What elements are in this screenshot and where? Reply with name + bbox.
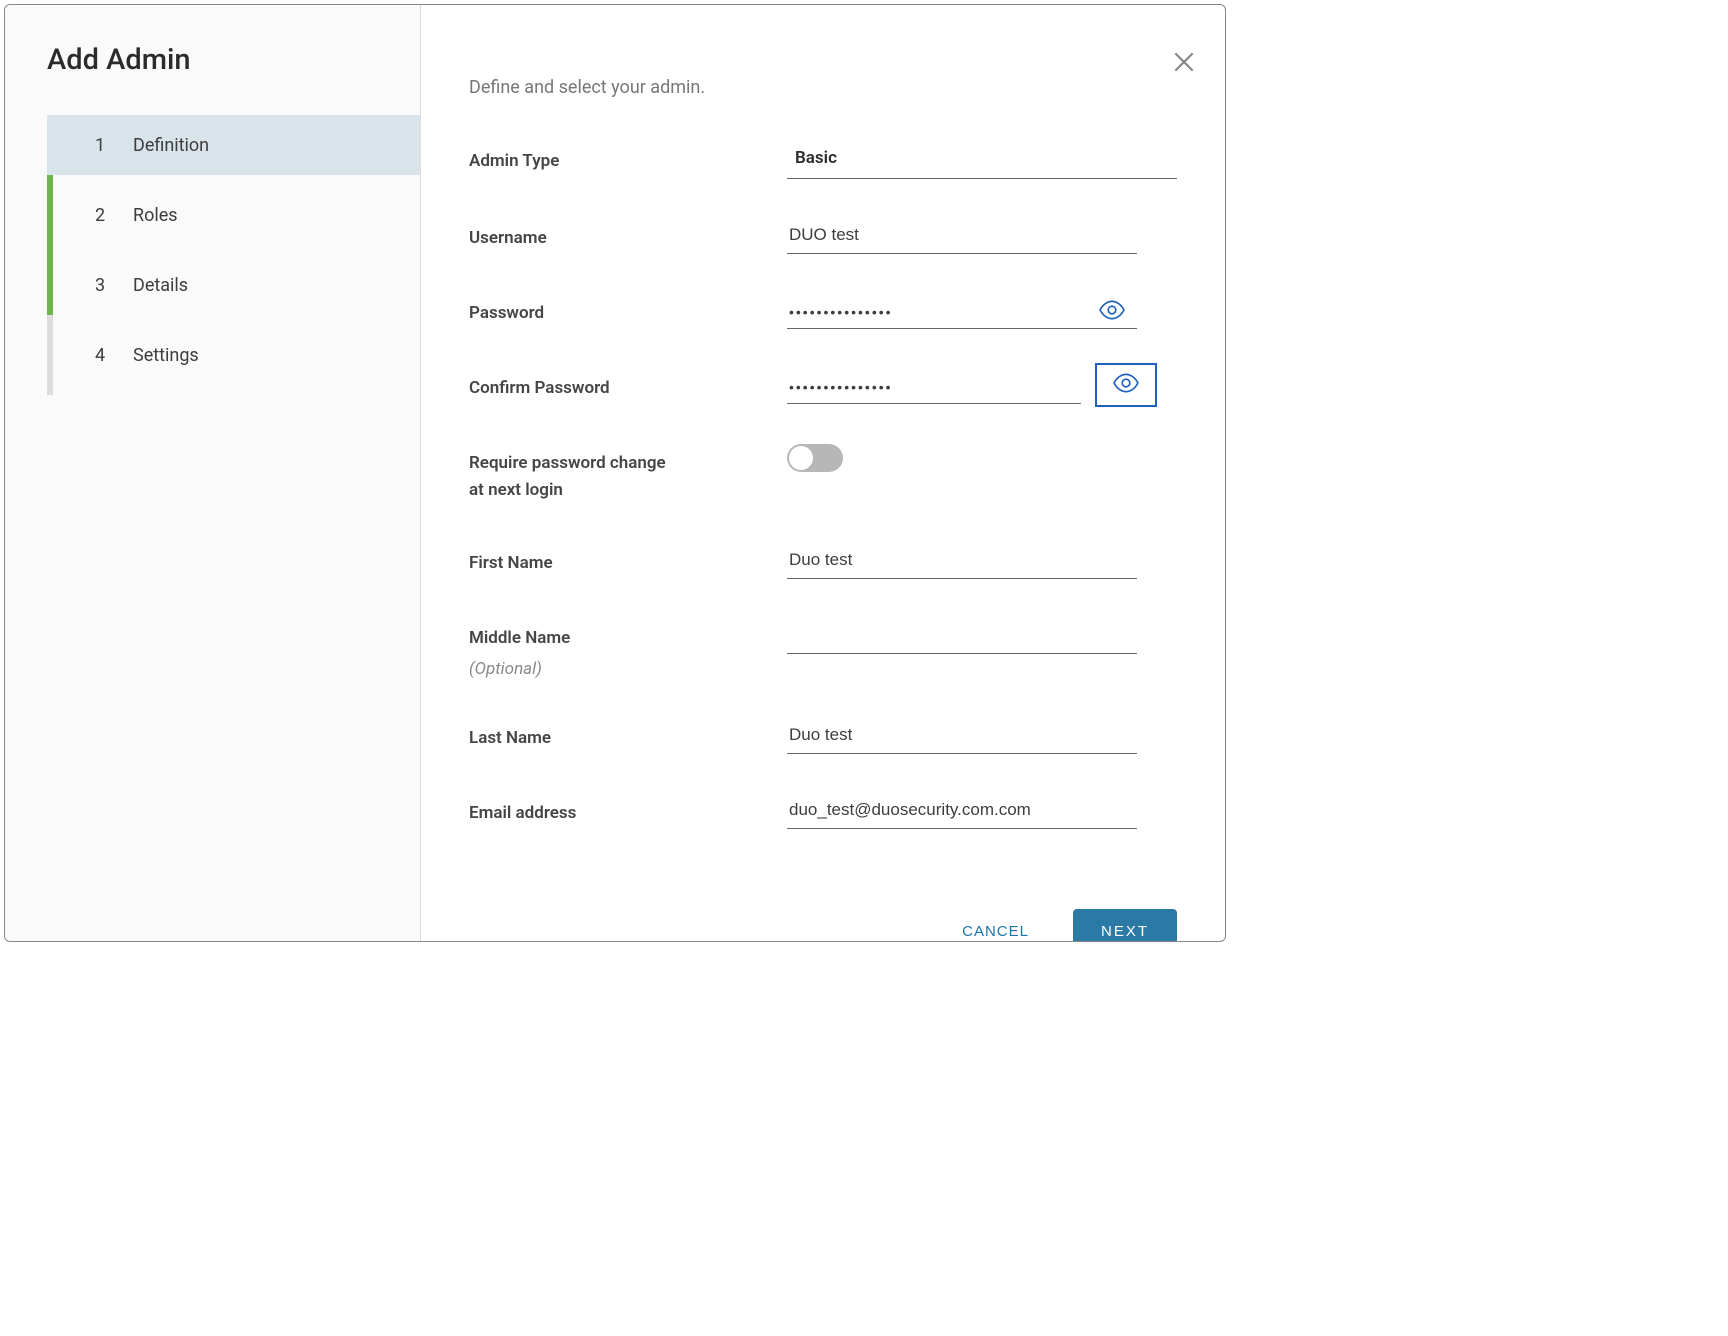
row-confirm-password: Confirm Password	[469, 369, 1177, 404]
first-name-input[interactable]	[787, 544, 1137, 579]
next-button[interactable]: NEXT	[1073, 909, 1177, 942]
step-details[interactable]: 3 Details	[47, 255, 420, 315]
row-require-change: Require password change at next login	[469, 444, 1177, 504]
row-password: Password	[469, 294, 1177, 329]
wizard-footer: CANCEL NEXT	[469, 869, 1177, 942]
step-number: 1	[95, 135, 109, 156]
close-button[interactable]	[1171, 49, 1197, 79]
row-last-name: Last Name	[469, 719, 1177, 754]
label-middle-name: Middle Name	[469, 625, 787, 652]
add-admin-dialog: Add Admin 1 Definition 2 Roles 3 Details	[4, 4, 1226, 942]
show-password-button[interactable]	[1095, 296, 1129, 328]
username-input[interactable]	[787, 219, 1137, 254]
admin-type-select[interactable]: Basic	[787, 142, 1177, 179]
step-settings[interactable]: 4 Settings	[47, 325, 420, 385]
confirm-password-input[interactable]	[787, 369, 1081, 404]
wizard-subtitle: Define and select your admin.	[469, 77, 1177, 98]
label-username: Username	[469, 225, 787, 252]
step-number: 4	[95, 345, 109, 366]
step-label: Details	[133, 275, 188, 296]
wizard-sidebar: Add Admin 1 Definition 2 Roles 3 Details	[5, 5, 421, 941]
step-label: Definition	[133, 135, 209, 156]
label-admin-type: Admin Type	[469, 148, 787, 175]
step-label: Roles	[133, 205, 178, 226]
label-password: Password	[469, 300, 787, 327]
eye-icon	[1113, 373, 1139, 393]
eye-icon	[1099, 300, 1125, 320]
row-email: Email address	[469, 794, 1177, 829]
row-username: Username	[469, 219, 1177, 254]
label-confirm-password: Confirm Password	[469, 375, 787, 402]
label-first-name: First Name	[469, 550, 787, 577]
label-require-change: Require password change at next login	[469, 450, 669, 504]
step-number: 3	[95, 275, 109, 296]
label-last-name: Last Name	[469, 725, 787, 752]
label-email: Email address	[469, 800, 787, 827]
show-confirm-password-button[interactable]	[1095, 363, 1157, 407]
row-first-name: First Name	[469, 544, 1177, 579]
step-number: 2	[95, 205, 109, 226]
wizard-main: Define and select your admin. Admin Type…	[421, 5, 1225, 941]
password-input[interactable]	[787, 294, 1137, 329]
step-list: 1 Definition 2 Roles 3 Details 4 Setting…	[47, 115, 420, 385]
middle-name-input[interactable]	[787, 619, 1137, 654]
cancel-button[interactable]: CANCEL	[942, 909, 1049, 942]
row-admin-type: Admin Type Basic	[469, 142, 1177, 179]
dialog-title: Add Admin	[5, 43, 420, 77]
label-middle-name-optional: (Optional)	[469, 659, 787, 679]
step-definition[interactable]: 1 Definition	[47, 115, 420, 175]
wizard-steps: 1 Definition 2 Roles 3 Details 4 Setting…	[47, 115, 420, 385]
last-name-input[interactable]	[787, 719, 1137, 754]
step-label: Settings	[133, 345, 199, 366]
toggle-knob	[789, 446, 813, 470]
email-input[interactable]	[787, 794, 1137, 829]
require-change-toggle[interactable]	[787, 444, 843, 472]
close-icon	[1171, 49, 1197, 75]
row-middle-name: Middle Name (Optional)	[469, 619, 1177, 678]
step-roles[interactable]: 2 Roles	[47, 185, 420, 245]
